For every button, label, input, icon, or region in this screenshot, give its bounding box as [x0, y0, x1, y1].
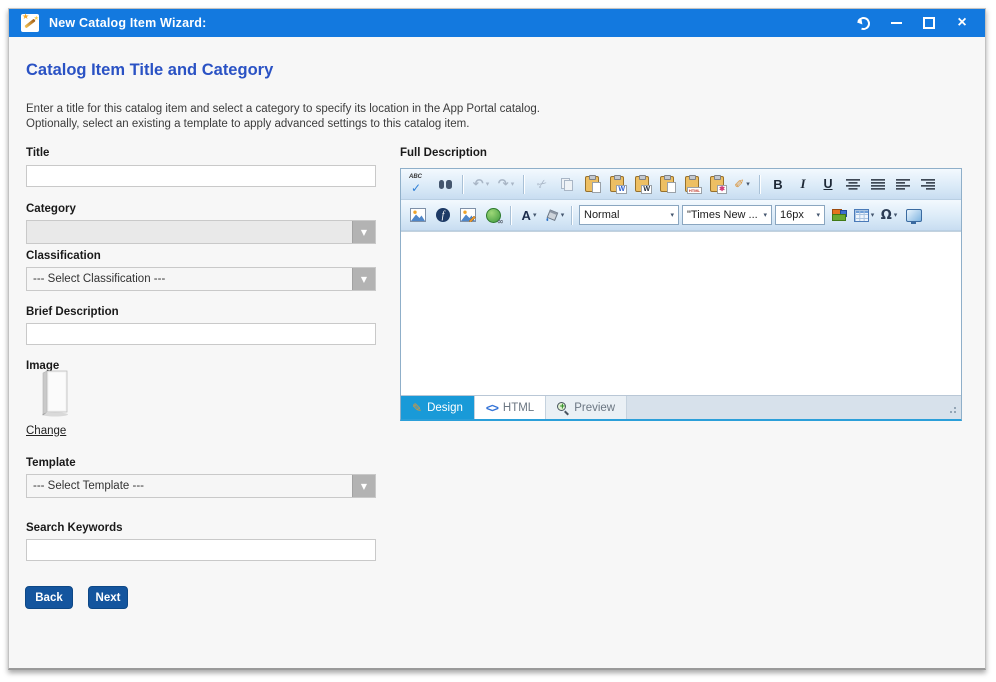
tab-design[interactable]: ✎ Design	[401, 396, 475, 419]
preview-magnifier-icon: +	[557, 402, 569, 414]
toolbar-separator	[571, 206, 573, 225]
toolbar-separator	[523, 175, 525, 194]
undo-icon[interactable]: ↶▾	[470, 173, 492, 195]
hyperlink-manager-icon[interactable]: ∞	[482, 204, 504, 226]
tab-html[interactable]: <> HTML	[475, 396, 546, 419]
redo-icon[interactable]: ↷▾	[495, 173, 517, 195]
new-catalog-item-wizard-dialog: ★★ New Catalog Item Wizard: Catalog Item…	[8, 8, 986, 670]
cut-icon[interactable]: ✂	[531, 173, 553, 195]
classification-dropdown-value: --- Select Classification ---	[27, 268, 352, 290]
screenshot-canvas: ★★ New Catalog Item Wizard: Catalog Item…	[0, 0, 996, 682]
page-description: Enter a title for this catalog item and …	[26, 102, 540, 132]
title-bar: ★★ New Catalog Item Wizard:	[9, 9, 985, 37]
editor-resize-grip[interactable]	[946, 403, 956, 413]
full-description-label: Full Description	[400, 147, 487, 159]
align-center-icon[interactable]	[842, 173, 864, 195]
paragraph-style-dropdown[interactable]: Normal▾	[579, 205, 679, 225]
media-manager-icon[interactable]	[903, 204, 925, 226]
flash-manager-icon[interactable]: f	[432, 204, 454, 226]
tab-preview[interactable]: + Preview	[546, 396, 627, 419]
template-dropdown[interactable]: --- Select Template ---	[26, 474, 376, 498]
paste-as-html-icon[interactable]: HTML	[681, 173, 703, 195]
category-dropdown-value	[27, 221, 352, 243]
design-pencil-icon: ✎	[412, 401, 422, 415]
search-keywords-label: Search Keywords	[26, 522, 123, 534]
tab-design-label: Design	[427, 402, 463, 414]
maximize-icon[interactable]	[922, 16, 936, 30]
underline-icon[interactable]: U	[817, 173, 839, 195]
wizard-icon: ★★	[21, 14, 39, 32]
brief-description-input[interactable]	[26, 323, 376, 345]
bold-icon[interactable]: B	[767, 173, 789, 195]
image-map-editor-icon[interactable]	[457, 204, 479, 226]
editor-toolbar-row-1: ABC✓ ↶▾ ↷▾ ✂ W W HTML ✱ ✐▾ B I U	[401, 169, 961, 200]
classification-dropdown-arrow-icon[interactable]	[352, 268, 375, 290]
tab-preview-label: Preview	[574, 402, 615, 414]
font-size-value: 16px	[780, 209, 814, 221]
template-label: Template	[26, 457, 76, 469]
refresh-icon[interactable]	[856, 16, 870, 30]
font-name-value: "Times New ...	[687, 209, 761, 221]
description-line-1: Enter a title for this catalog item and …	[26, 102, 540, 117]
align-right-icon[interactable]	[917, 173, 939, 195]
paste-icon[interactable]	[581, 173, 603, 195]
editor-content-area[interactable]	[401, 231, 961, 395]
category-dropdown[interactable]	[26, 220, 376, 244]
background-color-icon[interactable]: ▾	[543, 204, 565, 226]
window-title: New Catalog Item Wizard:	[49, 16, 207, 30]
rich-text-editor: ABC✓ ↶▾ ↷▾ ✂ W W HTML ✱ ✐▾ B I U	[400, 168, 962, 421]
module-manager-icon[interactable]	[828, 204, 850, 226]
foreground-color-icon[interactable]: A▾	[518, 204, 540, 226]
insert-table-icon[interactable]: ▾	[853, 204, 875, 226]
description-line-2: Optionally, select an existing a templat…	[26, 117, 540, 132]
format-stripper-icon[interactable]: ✐▾	[731, 173, 753, 195]
font-name-dropdown[interactable]: "Times New ...▾	[682, 205, 772, 225]
toolbar-separator	[510, 206, 512, 225]
paste-plain-text-icon[interactable]	[656, 173, 678, 195]
image-manager-icon[interactable]	[407, 204, 429, 226]
title-label: Title	[26, 147, 49, 159]
paragraph-style-value: Normal	[584, 209, 668, 221]
paste-from-word-strip-font-icon[interactable]: W	[631, 173, 653, 195]
classification-dropdown[interactable]: --- Select Classification ---	[26, 267, 376, 291]
brief-description-label: Brief Description	[26, 306, 119, 318]
minimize-icon[interactable]	[889, 16, 903, 30]
editor-mode-tabs: ✎ Design <> HTML + Preview	[401, 395, 961, 419]
page-title: Catalog Item Title and Category	[26, 61, 273, 80]
back-button[interactable]: Back	[25, 586, 73, 609]
align-left-icon[interactable]	[892, 173, 914, 195]
italic-icon[interactable]: I	[792, 173, 814, 195]
editor-toolbar-row-2: f ∞ A▾ ▾ Normal▾ "Times New ...▾ 16px▾ ▾…	[401, 200, 961, 231]
justify-icon[interactable]	[867, 173, 889, 195]
toolbar-separator	[759, 175, 761, 194]
title-input[interactable]	[26, 165, 376, 187]
category-dropdown-arrow-icon[interactable]	[352, 221, 375, 243]
category-label: Category	[26, 203, 76, 215]
html-brackets-icon: <>	[486, 401, 498, 415]
font-size-dropdown[interactable]: 16px▾	[775, 205, 825, 225]
paste-from-word-icon[interactable]: W	[606, 173, 628, 195]
spellcheck-icon[interactable]: ABC✓	[407, 173, 431, 195]
copy-icon[interactable]	[556, 173, 578, 195]
catalog-item-image	[37, 370, 71, 417]
insert-symbol-icon[interactable]: Ω▾	[878, 204, 900, 226]
classification-label: Classification	[26, 250, 101, 262]
paste-html-icon[interactable]: ✱	[706, 173, 728, 195]
tab-html-label: HTML	[503, 402, 534, 414]
template-dropdown-arrow-icon[interactable]	[352, 475, 375, 497]
close-icon[interactable]	[955, 16, 969, 30]
toolbar-separator	[462, 175, 464, 194]
window-controls	[856, 16, 973, 30]
next-button[interactable]: Next	[88, 586, 128, 609]
image-change-link[interactable]: Change	[26, 425, 66, 437]
search-keywords-input[interactable]	[26, 539, 376, 561]
find-and-replace-icon[interactable]	[434, 173, 456, 195]
template-dropdown-value: --- Select Template ---	[27, 475, 352, 497]
